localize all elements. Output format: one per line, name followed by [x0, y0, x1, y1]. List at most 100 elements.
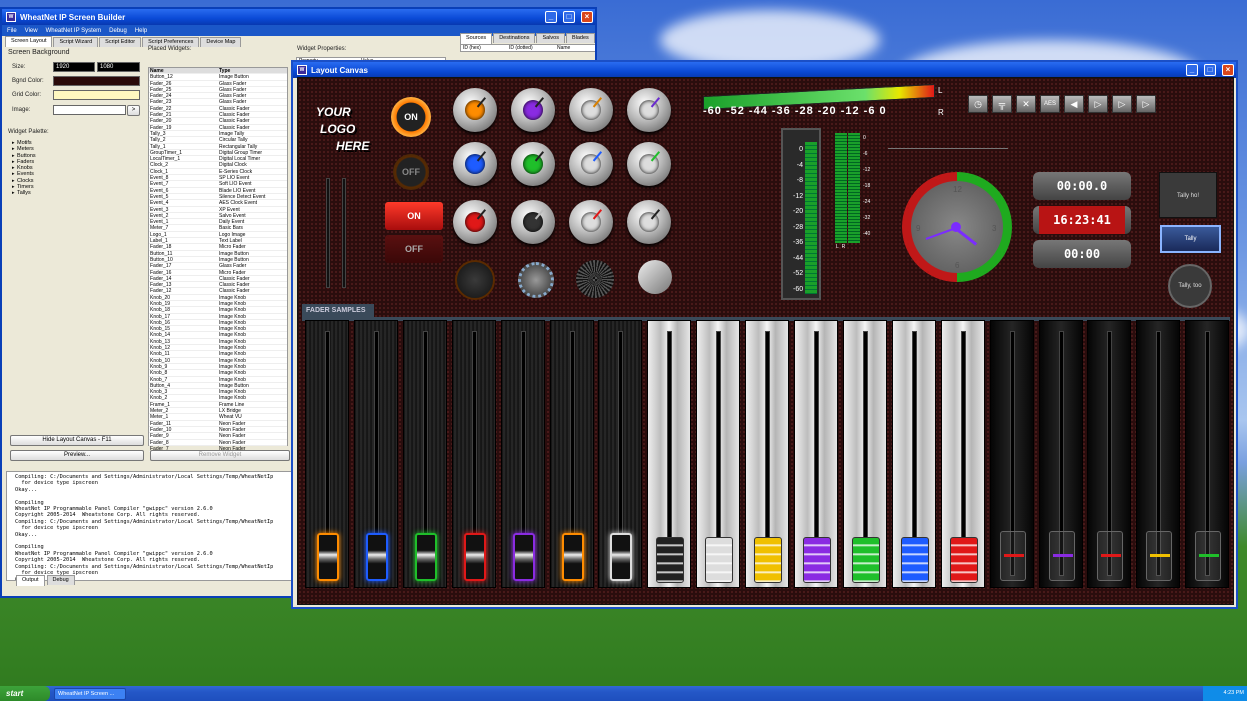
tab-destinations[interactable]: Destinations [493, 33, 536, 43]
tab-sources[interactable]: Sources [460, 33, 493, 44]
close-button[interactable]: × [581, 11, 593, 23]
fader-5[interactable] [500, 320, 545, 588]
knob-white-4[interactable] [627, 142, 671, 186]
fader-1[interactable] [305, 320, 349, 588]
knob-orange[interactable] [453, 88, 497, 132]
knob-red[interactable] [453, 200, 497, 244]
fader-cap[interactable] [754, 537, 783, 583]
fader-cap[interactable] [1146, 531, 1173, 581]
fader-cap[interactable] [1097, 531, 1124, 581]
daily-event-clock-icon[interactable]: ◷ [968, 95, 988, 113]
knob-white-5[interactable] [569, 200, 613, 244]
tab-screen-layout[interactable]: Screen Layout [5, 36, 53, 47]
fader-6[interactable] [549, 320, 594, 588]
rectangular-tally[interactable]: Tally [1160, 225, 1221, 253]
knob-rotary-grip[interactable] [576, 260, 614, 298]
tab-debug[interactable]: Debug [46, 575, 75, 585]
fader-cap[interactable] [1195, 531, 1222, 581]
canvas-minimize-button[interactable]: _ [1186, 64, 1198, 76]
canvas-maximize-button[interactable]: □ [1204, 64, 1216, 76]
image-tally[interactable]: Tally ho! [1159, 172, 1217, 218]
salvo-event-gun-icon[interactable]: ╦ [992, 95, 1012, 113]
fader-4[interactable] [451, 320, 496, 588]
off-rect-button[interactable]: OFF [385, 235, 443, 263]
minimize-button[interactable]: _ [545, 11, 557, 23]
knob-white-2[interactable] [627, 88, 671, 132]
fader-18[interactable] [1136, 320, 1181, 588]
fader-cap[interactable] [803, 537, 831, 583]
on-image-button[interactable]: ON [391, 97, 431, 137]
maximize-button[interactable]: □ [563, 11, 575, 23]
hide-layout-canvas-button[interactable]: Hide Layout Canvas - F11 [10, 435, 144, 446]
palette-tallys[interactable]: Tallys [12, 190, 142, 197]
taskbar-item-screen-builder[interactable]: WheatNet IP Screen ... [54, 687, 126, 700]
canvas-close-button[interactable]: × [1222, 64, 1234, 76]
canvas-titlebar[interactable]: W Layout Canvas _ □ × [293, 62, 1236, 78]
silence-detect-speaker-icon[interactable]: ◀ [1064, 95, 1084, 113]
builder-titlebar[interactable]: W WheatNet IP Screen Builder _ □ × [2, 9, 595, 25]
blade-lio-play-icon[interactable]: ▷ [1088, 95, 1108, 113]
fader-9[interactable] [696, 320, 741, 588]
off-image-button[interactable]: OFF [393, 154, 429, 190]
xp-event-icon[interactable]: ✕ [1016, 95, 1036, 113]
fader-cap[interactable] [656, 537, 685, 583]
knob-blue[interactable] [453, 142, 497, 186]
fader-10[interactable] [745, 320, 790, 588]
aes-clock-event-icon[interactable]: AES [1040, 95, 1060, 113]
fader-16[interactable] [1038, 320, 1083, 588]
menu-view[interactable]: View [25, 28, 38, 34]
fader-cap[interactable] [705, 537, 734, 583]
fader-7[interactable] [598, 320, 643, 588]
tab-blades[interactable]: Blades [565, 33, 595, 43]
fader-cap[interactable] [512, 533, 535, 581]
col-name[interactable]: Name [149, 68, 218, 73]
menu-wheatnet[interactable]: WheatNet IP System [46, 28, 102, 34]
remove-widget-button[interactable]: Remove Widget [150, 450, 290, 461]
fader-cap[interactable] [851, 537, 880, 583]
fader-14[interactable] [940, 320, 985, 588]
menu-help[interactable]: Help [135, 28, 147, 34]
menu-debug[interactable]: Debug [109, 28, 127, 34]
fader-cap[interactable] [414, 533, 437, 581]
knob-green[interactable] [511, 142, 555, 186]
fader-cap[interactable] [1048, 531, 1075, 581]
knob-rotary-black[interactable] [455, 260, 495, 300]
bgnd-color-swatch[interactable] [53, 76, 140, 86]
fader-13[interactable] [891, 320, 936, 588]
placed-widgets-list[interactable]: Name Type Button_12 Image Button Fader_26 Gl… [148, 67, 288, 453]
fader-cap[interactable] [463, 533, 486, 581]
tab-script-editor[interactable]: Script Editor [99, 37, 142, 47]
knob-white-6[interactable] [627, 200, 671, 244]
size-height-input[interactable]: 1080 [97, 62, 140, 72]
preview-button[interactable]: Preview... [10, 450, 144, 461]
fader-cap[interactable] [610, 533, 633, 581]
fader-cap[interactable] [999, 531, 1026, 581]
knob-white-1[interactable] [569, 88, 613, 132]
knob-rotary-dotted[interactable] [518, 262, 554, 298]
knob-purple[interactable] [511, 88, 555, 132]
fader-3[interactable] [402, 320, 447, 588]
col-source-name[interactable]: Name [557, 45, 570, 51]
fader-cap[interactable] [561, 533, 584, 581]
fader-cap[interactable] [900, 537, 929, 583]
grid-color-swatch[interactable] [53, 90, 140, 100]
col-id-hex[interactable]: ID (hex) [461, 45, 509, 51]
knob-black[interactable] [511, 200, 555, 244]
fader-cap[interactable] [365, 533, 388, 581]
knob-rotary-silver[interactable] [638, 260, 672, 294]
fader-11[interactable] [794, 320, 838, 588]
fader-2[interactable] [353, 320, 398, 588]
image-path-input[interactable] [53, 105, 126, 115]
fader-19[interactable] [1185, 320, 1230, 588]
tab-script-wizard[interactable]: Script Wizard [53, 37, 99, 47]
fader-12[interactable] [842, 320, 887, 588]
on-rect-button[interactable]: ON [385, 202, 443, 230]
fader-cap[interactable] [317, 533, 339, 581]
fader-8[interactable] [647, 320, 692, 588]
start-button[interactable]: start [0, 686, 50, 701]
circular-tally[interactable]: Tally, too [1168, 264, 1212, 308]
size-width-input[interactable]: 1920 [53, 62, 95, 72]
knob-white-3[interactable] [569, 142, 613, 186]
logo-image[interactable]: YOUR LOGO HERE [316, 104, 369, 155]
col-type[interactable]: Type [218, 68, 287, 73]
